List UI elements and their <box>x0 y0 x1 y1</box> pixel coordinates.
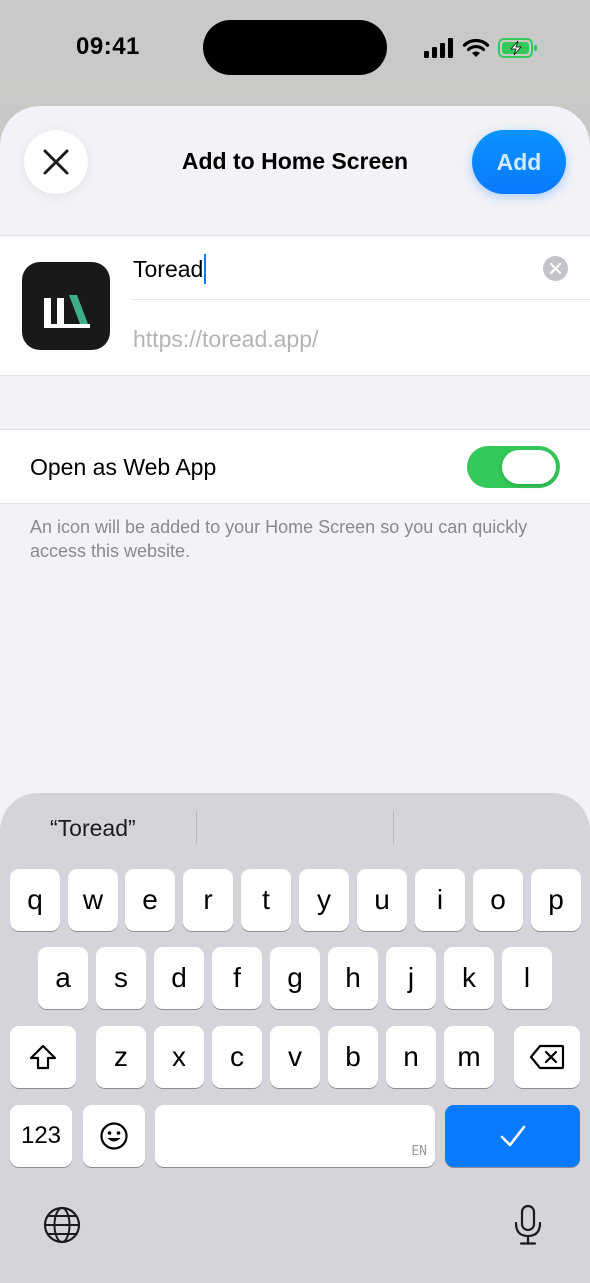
key-a[interactable]: a <box>38 947 88 1009</box>
key-l[interactable]: l <box>502 947 552 1009</box>
checkmark-icon <box>500 1125 525 1147</box>
web-app-row: Open as Web App <box>0 429 590 504</box>
status-time: 09:41 <box>76 33 140 60</box>
key-c[interactable]: c <box>212 1026 262 1088</box>
wifi-icon <box>462 38 490 57</box>
key-w[interactable]: w <box>68 869 118 931</box>
key-z[interactable]: z <box>96 1026 146 1088</box>
emoji-key[interactable] <box>83 1105 145 1167</box>
key-e[interactable]: e <box>125 869 175 931</box>
key-g[interactable]: g <box>270 947 320 1009</box>
key-d[interactable]: d <box>154 947 204 1009</box>
footnote: An icon will be added to your Home Scree… <box>30 517 528 561</box>
key-n[interactable]: n <box>386 1026 436 1088</box>
key-r[interactable]: r <box>183 869 233 931</box>
backspace-icon <box>529 1044 565 1070</box>
space-key[interactable]: EN <box>155 1105 435 1167</box>
text-caret <box>204 254 207 284</box>
bookmark-info-card: Toread https://toread.app/ <box>0 235 590 376</box>
cellular-signal-icon <box>424 38 453 58</box>
name-row: Toread <box>133 236 590 300</box>
key-h[interactable]: h <box>328 947 378 1009</box>
status-icons <box>424 36 538 60</box>
space-language-hint: EN <box>411 1144 427 1159</box>
url-text: https://toread.app/ <box>133 326 319 352</box>
key-k[interactable]: k <box>444 947 494 1009</box>
emoji-icon <box>100 1122 128 1150</box>
clear-text-button[interactable] <box>543 256 568 281</box>
globe-button[interactable] <box>40 1203 84 1247</box>
name-field[interactable]: Toread <box>133 254 207 284</box>
dictation-button[interactable] <box>506 1201 550 1249</box>
add-button[interactable]: Add <box>472 130 566 194</box>
toggle-knob <box>502 450 556 484</box>
status-bar: 09:41 <box>0 0 590 96</box>
prediction-bar: “Toread” <box>0 793 590 863</box>
key-m[interactable]: m <box>444 1026 494 1088</box>
key-i[interactable]: i <box>415 869 465 931</box>
clear-icon <box>550 263 561 274</box>
key-p[interactable]: p <box>531 869 581 931</box>
shift-icon <box>29 1044 57 1070</box>
key-s[interactable]: s <box>96 947 146 1009</box>
key-o[interactable]: o <box>473 869 523 931</box>
key-f[interactable]: f <box>212 947 262 1009</box>
web-app-label: Open as Web App <box>30 454 217 480</box>
keyboard: “Toread” q w e r t y u i o p a s d f g h… <box>0 793 590 1283</box>
numbers-key[interactable]: 123 <box>10 1105 72 1167</box>
key-x[interactable]: x <box>154 1026 204 1088</box>
delete-key[interactable] <box>514 1026 580 1088</box>
key-y[interactable]: y <box>299 869 349 931</box>
battery-charging-icon <box>498 38 537 58</box>
microphone-icon <box>514 1204 542 1245</box>
prediction-divider <box>393 811 394 844</box>
done-key[interactable] <box>445 1105 580 1167</box>
key-q[interactable]: q <box>10 869 60 931</box>
shift-key[interactable] <box>10 1026 76 1088</box>
toread-app-icon <box>22 262 110 350</box>
key-u[interactable]: u <box>357 869 407 931</box>
name-value: Toread <box>133 255 204 282</box>
globe-icon <box>43 1206 81 1244</box>
key-b[interactable]: b <box>328 1026 378 1088</box>
dynamic-island <box>203 20 387 75</box>
key-t[interactable]: t <box>241 869 291 931</box>
key-v[interactable]: v <box>270 1026 320 1088</box>
prediction-suggestion[interactable]: “Toread” <box>50 815 136 842</box>
key-j[interactable]: j <box>386 947 436 1009</box>
web-app-toggle[interactable] <box>467 446 560 488</box>
prediction-divider <box>196 811 197 844</box>
